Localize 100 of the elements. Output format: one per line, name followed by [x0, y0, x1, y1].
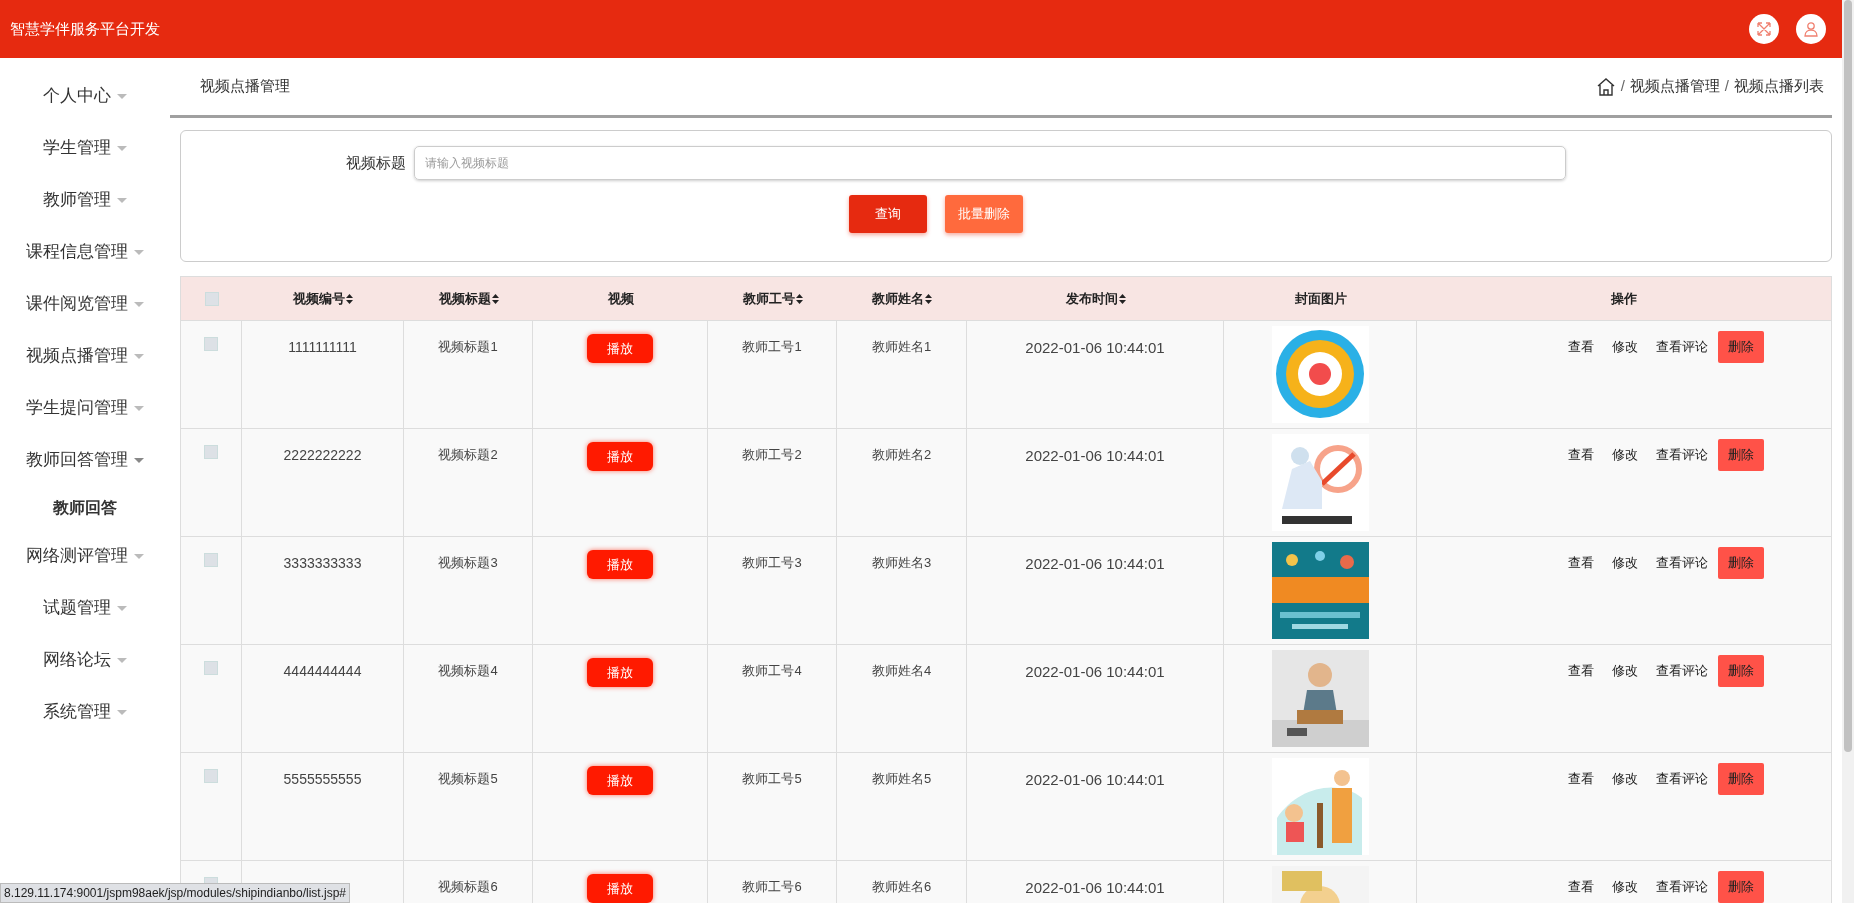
play-button[interactable]: 播放 — [587, 334, 653, 363]
breadcrumb-link[interactable]: 视频点播管理 — [1629, 75, 1720, 98]
action-link[interactable]: 查看评论 — [1656, 655, 1708, 687]
action-link[interactable]: 查看 — [1568, 655, 1594, 687]
table-cell-text: 2222222222 — [283, 446, 362, 463]
select-all-checkbox[interactable] — [204, 291, 219, 306]
table-cell-text: 2022-01-06 10:44:01 — [1025, 878, 1165, 898]
action-link[interactable]: 查看 — [1568, 331, 1594, 363]
action-link[interactable]: 查看 — [1568, 871, 1594, 903]
table-cell-text: 视频标题4 — [438, 662, 498, 679]
sidebar-item[interactable]: 网络测评管理 — [26, 530, 144, 582]
delete-button[interactable]: 删除 — [1718, 655, 1764, 687]
sidebar-item[interactable]: 教师管理 — [43, 174, 127, 226]
user-button[interactable] — [1796, 14, 1826, 44]
table-cell-text: 教师姓名4 — [871, 662, 932, 679]
table-cell-text: 2022-01-06 10:44:01 — [1025, 770, 1165, 790]
action-link[interactable]: 查看 — [1568, 547, 1594, 579]
expand-icon — [1756, 21, 1772, 37]
action-link[interactable]: 查看评论 — [1656, 331, 1708, 363]
play-button[interactable]: 播放 — [587, 874, 653, 903]
column-header: 视频 — [607, 289, 634, 308]
scrollbar-thumb[interactable] — [1844, 0, 1852, 752]
action-link[interactable]: 查看 — [1568, 439, 1594, 471]
play-button[interactable]: 播放 — [587, 658, 653, 687]
sidebar-item[interactable]: 视频点播管理 — [26, 330, 144, 382]
column-header[interactable]: 视频标题 — [438, 288, 491, 309]
table-cell-text: 教师姓名1 — [871, 338, 932, 355]
table-cell-text: 教师工号5 — [742, 770, 802, 787]
delete-button[interactable]: 删除 — [1718, 547, 1764, 579]
delete-button[interactable]: 删除 — [1718, 871, 1764, 903]
table-cell-text: 教师姓名5 — [871, 770, 932, 787]
sidebar-item[interactable]: 个人中心 — [43, 70, 127, 122]
search-button[interactable]: 查询 — [849, 195, 927, 233]
sidebar-item[interactable]: 学生提问管理 — [26, 382, 144, 434]
column-header[interactable]: 教师姓名 — [872, 288, 924, 309]
table-cell-text: 2022-01-06 10:44:01 — [1025, 554, 1165, 574]
sidebar-item[interactable]: 教师回答管理 — [26, 434, 144, 486]
row-checkbox[interactable] — [204, 337, 218, 351]
home-icon — [1595, 76, 1616, 97]
column-header[interactable]: 发布时间 — [1065, 288, 1118, 309]
column-header: 封面图片 — [1294, 289, 1347, 308]
column-header[interactable]: 视频编号 — [293, 288, 345, 309]
action-link[interactable]: 修改 — [1612, 871, 1638, 903]
table-cell-text: 教师工号1 — [742, 338, 802, 355]
table-cell-text: 1111111111 — [288, 338, 357, 355]
table-cell-text: 教师工号2 — [742, 446, 802, 463]
app-title: 智慧学伴服务平台开发 — [10, 18, 160, 39]
table-cell-text: 教师姓名3 — [871, 554, 932, 571]
fullscreen-button[interactable] — [1749, 14, 1779, 44]
action-link[interactable]: 查看 — [1568, 763, 1594, 795]
table-cell-text: 视频标题2 — [438, 446, 498, 463]
table-cell-text: 视频标题3 — [438, 554, 498, 571]
sidebar-item[interactable]: 网络论坛 — [43, 634, 127, 686]
column-header: 操作 — [1611, 289, 1637, 308]
scrollbar[interactable] — [1842, 0, 1854, 903]
play-button[interactable]: 播放 — [587, 766, 653, 795]
action-link[interactable]: 修改 — [1612, 763, 1638, 795]
action-link[interactable]: 查看评论 — [1656, 439, 1708, 471]
table-cell-text: 视频标题5 — [438, 770, 498, 787]
row-checkbox[interactable] — [204, 445, 218, 459]
table-cell-text: 视频标题1 — [438, 338, 498, 355]
table-cell-text: 2022-01-06 10:44:01 — [1025, 446, 1165, 466]
field-label: 视频标题 — [346, 152, 406, 173]
table-cell-text: 教师姓名2 — [871, 446, 932, 463]
delete-button[interactable]: 删除 — [1718, 763, 1764, 795]
breadcrumb-link[interactable]: 视频点播列表 — [1734, 75, 1824, 98]
table-cell-text: 教师工号3 — [742, 554, 802, 571]
table-cell-text: 教师工号6 — [742, 878, 802, 895]
table-cell-text: 视频标题6 — [438, 878, 498, 895]
sidebar-item[interactable]: 课程信息管理 — [26, 226, 144, 278]
sidebar-item[interactable]: 系统管理 — [43, 686, 127, 738]
sidebar-item[interactable]: 学生管理 — [43, 122, 127, 174]
table-cell-text: 教师姓名6 — [871, 878, 932, 895]
action-link[interactable]: 修改 — [1612, 547, 1638, 579]
action-link[interactable]: 查看评论 — [1656, 763, 1708, 795]
play-button[interactable]: 播放 — [587, 442, 653, 471]
row-checkbox[interactable] — [204, 769, 218, 783]
breadcrumb-separator: / — [1620, 76, 1625, 97]
column-header[interactable]: 教师工号 — [742, 288, 795, 309]
action-link[interactable]: 查看评论 — [1656, 547, 1708, 579]
sidebar-subitem[interactable]: 教师回答 — [53, 486, 117, 530]
page-title: 视频点播管理 — [200, 76, 290, 97]
play-button[interactable]: 播放 — [587, 550, 653, 579]
row-checkbox[interactable] — [204, 661, 218, 675]
table-cell-text: 4444444444 — [283, 662, 362, 679]
action-link[interactable]: 修改 — [1612, 655, 1638, 687]
sidebar-item[interactable]: 试题管理 — [43, 582, 127, 634]
table-cell-text: 2022-01-06 10:44:01 — [1025, 338, 1165, 358]
breadcrumb-separator: / — [1724, 76, 1729, 97]
table-cell-text: 教师工号4 — [742, 662, 802, 679]
action-link[interactable]: 修改 — [1612, 439, 1638, 471]
sidebar-item[interactable]: 课件阅览管理 — [26, 278, 144, 330]
action-link[interactable]: 修改 — [1612, 331, 1638, 363]
link-url-tooltip: 8.129.11.174:9001/jspm98aek/jsp/modules/shipindianbo/list.jsp# — [0, 883, 350, 903]
row-checkbox[interactable] — [204, 553, 218, 567]
search-field[interactable]: 请输入视频标题 — [414, 146, 1566, 180]
delete-button[interactable]: 删除 — [1718, 331, 1764, 363]
table-cell-text: 5555555555 — [283, 770, 362, 787]
action-link[interactable]: 查看评论 — [1656, 871, 1708, 903]
delete-button[interactable]: 删除 — [1718, 439, 1764, 471]
